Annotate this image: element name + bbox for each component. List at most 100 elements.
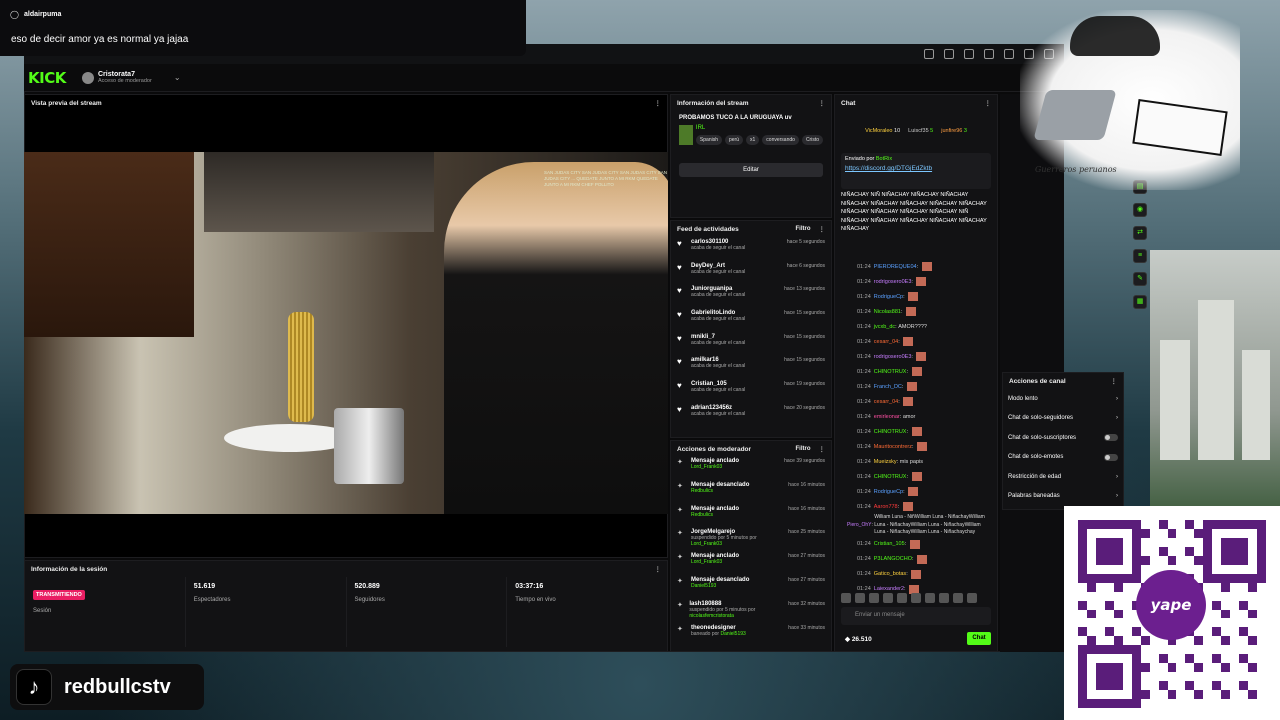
pinned-link[interactable]: https://discord.gg/DTGjEdZktb bbox=[845, 165, 987, 172]
mod-action-item[interactable]: ✦ lash180888 suspendido por 5 minutos por … bbox=[671, 600, 831, 624]
chat-message[interactable]: 01:24 Aaron778: bbox=[835, 499, 997, 514]
mod-action-item[interactable]: ✦ Mensaje anclado Lord_Frank03 hace 39 segu… bbox=[671, 457, 831, 481]
channel-action-item[interactable]: Modo lento › bbox=[1003, 389, 1123, 409]
feed-item[interactable]: ♥ Juniorguanipa acaba de seguir el canal ha… bbox=[671, 284, 831, 308]
channel-action-item[interactable]: Chat de solo-suscriptores bbox=[1003, 428, 1123, 448]
more-icon[interactable]: ⋮ bbox=[985, 99, 992, 107]
chat-icon[interactable]: ◉ bbox=[1133, 203, 1147, 217]
emote-icon[interactable] bbox=[967, 593, 977, 603]
chat-message[interactable]: 01:24 Cristian_105: bbox=[835, 537, 997, 552]
chat-message[interactable]: 01:24 Mauritocontrerz: bbox=[835, 439, 997, 454]
chat-message[interactable]: 01:24 CHINOTRUX: bbox=[835, 469, 997, 484]
feed-item[interactable]: ♥ mnikli_7 acaba de seguir el canal hace 15… bbox=[671, 332, 831, 356]
feed-item[interactable]: ♥ adrian123456z acaba de seguir el canal ha… bbox=[671, 403, 831, 427]
chat-username[interactable]: cesarr_04 bbox=[874, 399, 898, 405]
chat-username[interactable]: CHINOTRUX bbox=[874, 369, 907, 375]
emote-icon[interactable] bbox=[925, 593, 935, 603]
feed-item[interactable]: ♥ DeyDey_Art acaba de seguir el canal hace … bbox=[671, 261, 831, 285]
chevron-down-icon[interactable]: ⌄ bbox=[174, 73, 181, 82]
feed-item[interactable]: ♥ Cristian_105 acaba de seguir el canal hac… bbox=[671, 379, 831, 403]
channel-action-item[interactable]: Palabras baneadas › bbox=[1003, 487, 1123, 507]
chat-username[interactable]: jvcxb_dc bbox=[874, 324, 895, 330]
feed-item[interactable]: ♥ amilkar16 acaba de seguir el canal hace 1… bbox=[671, 355, 831, 379]
feed-item[interactable]: ♥ carlos301100 acaba de seguir el canal hac… bbox=[671, 237, 831, 261]
grid-icon[interactable]: ▦ bbox=[1133, 295, 1147, 309]
chat-username[interactable]: CHINOTRUX bbox=[874, 474, 907, 480]
toggle-switch[interactable] bbox=[1104, 434, 1118, 442]
mod-action-item[interactable]: ✦ Mensaje anclado Redbulics hace 16 minutos bbox=[671, 505, 831, 529]
chat-username[interactable]: CHINOTRUX bbox=[874, 429, 907, 435]
mod-action-item[interactable]: ✦ Mensaje anclado Lord_Frank03 hace 27 minu… bbox=[671, 552, 831, 576]
extension-icon[interactable] bbox=[964, 49, 974, 59]
channel-switcher[interactable]: Cristorata7 Acceso de moderador bbox=[98, 71, 152, 84]
chat-username[interactable]: RodrigueCp bbox=[874, 294, 903, 300]
chat-username[interactable]: Laiexander2 bbox=[874, 586, 904, 592]
stream-video[interactable]: SAN JUDAS CITY SAN JUDAS CITY SAN JUDAS … bbox=[24, 152, 668, 514]
pinned-message[interactable]: Enviado por BotRix https://discord.gg/DT… bbox=[841, 153, 991, 189]
chat-username[interactable]: Cristian_105 bbox=[874, 541, 905, 547]
chat-message[interactable]: 01:24 P3LANGOCHO: bbox=[835, 552, 997, 567]
chat-message[interactable]: 01:24 emirleonar: amor bbox=[835, 409, 997, 424]
chat-username[interactable]: Aaron778 bbox=[874, 504, 898, 510]
chat-username[interactable]: PIEROREQUE04 bbox=[874, 264, 917, 270]
channel-action-item[interactable]: Restricción de edad › bbox=[1003, 467, 1123, 487]
mod-action-item[interactable]: ✦ Mensaje desanclado Daniel5193 hace 27 min… bbox=[671, 576, 831, 600]
more-icon[interactable]: ⋮ bbox=[819, 225, 826, 233]
more-icon[interactable]: ⋮ bbox=[819, 445, 826, 453]
chat-username[interactable]: Mueizsky bbox=[874, 459, 897, 465]
swap-icon[interactable]: ⇄ bbox=[1133, 226, 1147, 240]
chat-username[interactable]: P3LANGOCHO bbox=[874, 556, 912, 562]
chat-username[interactable]: cesarr_04 bbox=[874, 339, 898, 345]
chat-message[interactable]: 01:24 RodrigueCp: bbox=[835, 484, 997, 499]
chat-message[interactable]: 01:24 rodrigosero0E3: bbox=[835, 274, 997, 289]
emote-icon[interactable] bbox=[897, 593, 907, 603]
chat-username[interactable]: Franch_DC bbox=[874, 384, 902, 390]
more-icon[interactable]: ⋮ bbox=[655, 565, 662, 573]
chat-message[interactable]: 01:24 CHINOTRUX: bbox=[835, 364, 997, 379]
extension-icon[interactable] bbox=[984, 49, 994, 59]
chat-message[interactable]: 01:24 Mueizsky: mis papis bbox=[835, 454, 997, 469]
chat-message[interactable]: 01:24 Gatico_botas: bbox=[835, 567, 997, 582]
chat-username[interactable]: emirleonar bbox=[874, 414, 900, 420]
send-chat-button[interactable]: Chat bbox=[967, 632, 991, 645]
chat-input[interactable]: Enviar un mensaje bbox=[841, 607, 991, 625]
chat-message[interactable]: 01:24 jvcxb_dc: AMOR???? bbox=[835, 319, 997, 334]
toggle-switch[interactable] bbox=[1104, 453, 1118, 461]
emote-icon[interactable] bbox=[841, 593, 851, 603]
wrench-icon[interactable]: ✎ bbox=[1133, 272, 1147, 286]
chat-message[interactable]: 01:24 CHINOTRUX: bbox=[835, 424, 997, 439]
share-icon[interactable] bbox=[944, 49, 954, 59]
kick-logo[interactable]: KICK bbox=[28, 69, 82, 87]
chat-message[interactable]: 01:24 Nicolas881: bbox=[835, 304, 997, 319]
more-icon[interactable]: ⋮ bbox=[819, 99, 826, 107]
edit-button[interactable]: Editar bbox=[679, 163, 823, 177]
chat-message[interactable]: 01:24 PIEROREQUE04: bbox=[835, 259, 997, 274]
chat-message[interactable]: 01:24 cesarr_04: bbox=[835, 334, 997, 349]
emote-icon[interactable] bbox=[855, 593, 865, 603]
list-icon[interactable]: ≡ bbox=[1133, 249, 1147, 263]
chat-message[interactable]: 01:24 Franch_DC: bbox=[835, 379, 997, 394]
chat-username[interactable]: Mauritocontrerz bbox=[874, 444, 912, 450]
feed-item[interactable]: ♥ GabrielitoLindo acaba de seguir el canal… bbox=[671, 308, 831, 332]
filter-button[interactable]: Filtro bbox=[796, 446, 811, 452]
more-icon[interactable]: ⋮ bbox=[655, 99, 662, 107]
channel-action-item[interactable]: Chat de solo-seguidores › bbox=[1003, 409, 1123, 429]
more-icon[interactable]: ⋮ bbox=[1111, 377, 1118, 385]
filter-button[interactable]: Filtro bbox=[796, 226, 811, 232]
chat-message[interactable]: 01:24 rodrigosero0E3: bbox=[835, 349, 997, 364]
emote-icon[interactable] bbox=[953, 593, 963, 603]
extension-icon[interactable] bbox=[1004, 49, 1014, 59]
chat-username[interactable]: RodrigueCp bbox=[874, 489, 903, 495]
emote-icon[interactable] bbox=[911, 593, 921, 603]
chat-username[interactable]: rodrigosero0E3 bbox=[874, 279, 912, 285]
chat-username[interactable]: Nicolas881 bbox=[874, 309, 901, 315]
chat-message[interactable]: 01:24 cesarr_04: bbox=[835, 394, 997, 409]
mod-action-item[interactable]: ✦ Mensaje desanclado Redbulics hace 16 minu… bbox=[671, 481, 831, 505]
mod-action-item[interactable]: ✦ theonedesigner baneado por Daniel5193 hac… bbox=[671, 624, 831, 648]
search-icon[interactable] bbox=[924, 49, 934, 59]
emote-icon[interactable] bbox=[883, 593, 893, 603]
emote-icon[interactable] bbox=[939, 593, 949, 603]
chat-message[interactable]: 01:24 RodrigueCp: bbox=[835, 289, 997, 304]
chat-username[interactable]: Gatico_botas bbox=[874, 571, 906, 577]
mod-action-item[interactable]: ✦ JorgeMelgarejo suspendido por 5 minutos … bbox=[671, 528, 831, 552]
